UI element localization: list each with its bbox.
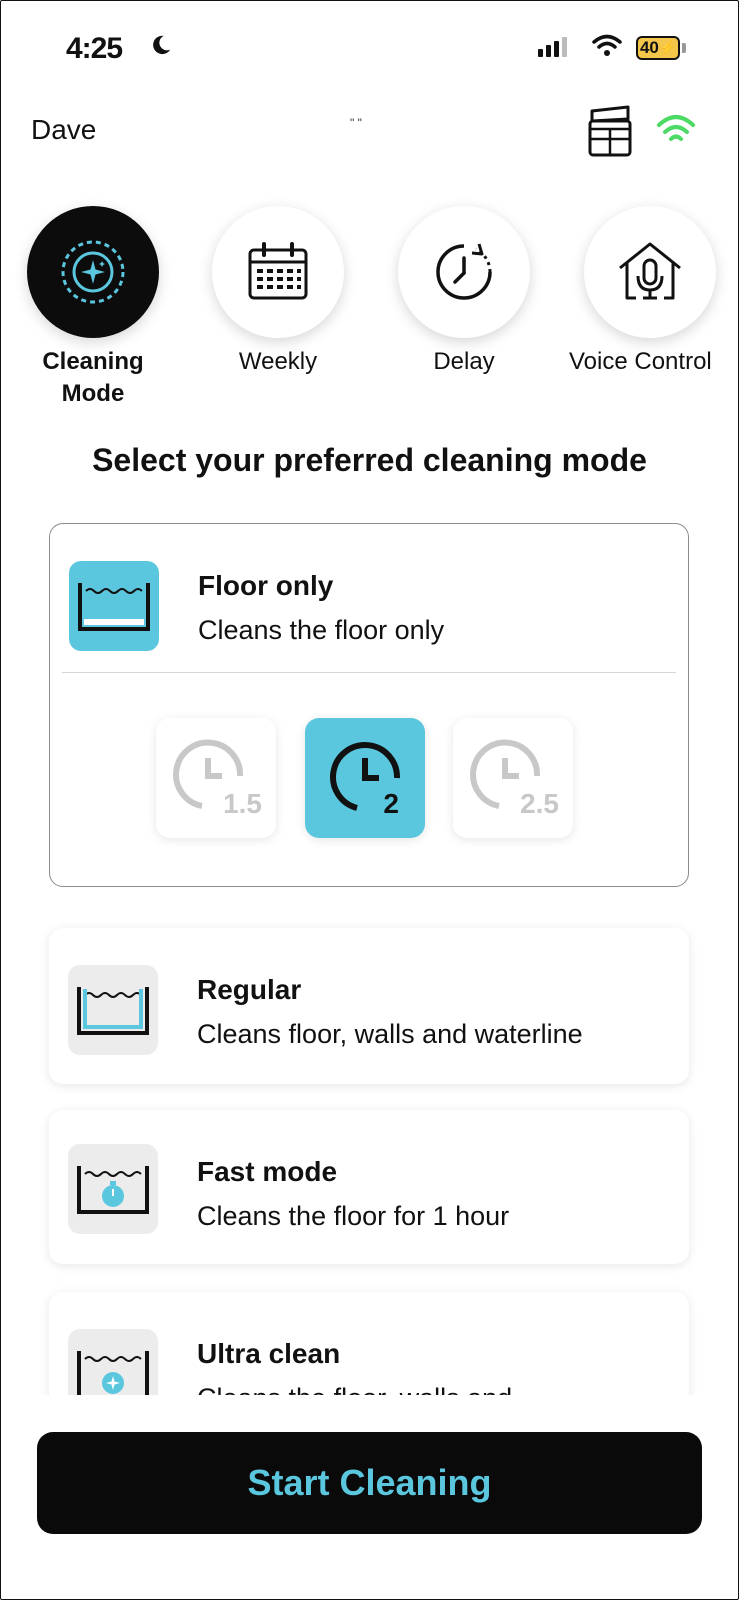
mode-card-ultra-clean[interactable]: Ultra clean Cleans the floor, walls and (49, 1292, 689, 1395)
calendar-icon (248, 242, 308, 300)
wifi-connected-icon (657, 115, 695, 141)
moon-icon (153, 35, 171, 55)
wifi-status-icon (592, 34, 622, 56)
header-center-text: " " (350, 116, 362, 130)
delay-clock-icon (436, 243, 492, 300)
mode-icon-box (68, 1144, 158, 1234)
tab-label: Voice Control (569, 348, 712, 375)
pool-ultra-icon (77, 1351, 149, 1395)
mode-icon-box (68, 965, 158, 1055)
clock-icon (330, 742, 401, 811)
pool-regular-icon (77, 987, 149, 1035)
mode-description: Cleans floor, walls and waterline (197, 1019, 583, 1049)
tab-weekly-circle[interactable] (212, 206, 344, 338)
mode-icon-box (68, 1329, 158, 1395)
duration-option-2-5[interactable]: 2.5 (453, 718, 573, 838)
clock-icon (470, 739, 541, 809)
duration-option-2[interactable]: 2 (305, 718, 425, 838)
tab-cleaning-mode[interactable]: Cleaning Mode (27, 206, 159, 410)
robot-device-icon[interactable] (586, 105, 634, 159)
card-divider (62, 672, 676, 673)
tab-voice-control-circle[interactable] (584, 206, 716, 338)
mode-card-regular[interactable]: Regular Cleans floor, walls and waterlin… (49, 928, 689, 1084)
tab-weekly[interactable]: Weekly (212, 206, 344, 378)
pool-floor-icon (78, 583, 150, 631)
tab-label: Cleaning Mode (42, 348, 144, 407)
battery-tip (682, 43, 686, 53)
tab-delay[interactable]: Delay (398, 206, 530, 378)
mode-title: Regular (197, 974, 302, 1005)
duration-label: 2 (383, 788, 399, 819)
battery-indicator: 40 ⚡ (636, 36, 680, 60)
mode-title: Fast mode (197, 1156, 338, 1187)
mode-title: Floor only (198, 570, 334, 601)
cleaning-mode-icon (61, 240, 125, 304)
section-title: Select your preferred cleaning mode (92, 442, 647, 478)
battery-level: 40 (639, 38, 659, 57)
tab-label: Delay (433, 348, 495, 375)
duration-option-1-5[interactable]: 1.5 (156, 718, 276, 838)
mode-card-floor-only[interactable]: Floor only Cleans the floor only 1.5 2 2… (49, 523, 689, 887)
tab-label: Weekly (238, 348, 318, 375)
tab-cleaning-mode-circle[interactable] (27, 206, 159, 338)
mode-title: Ultra clean (197, 1338, 341, 1369)
mode-card-fast[interactable]: Fast mode Cleans the floor for 1 hour (49, 1110, 689, 1264)
duration-label: 2.5 (520, 788, 559, 819)
cellular-signal-icon (538, 37, 567, 57)
mode-description: Cleans the floor only (198, 615, 445, 645)
mode-icon-box (69, 561, 159, 651)
pool-fast-icon (77, 1166, 149, 1214)
clock-icon (173, 739, 244, 809)
mode-description: Cleans the floor, walls and (197, 1383, 512, 1395)
duration-label: 1.5 (223, 788, 262, 819)
start-cleaning-button[interactable]: Start Cleaning (37, 1432, 702, 1534)
tab-delay-circle[interactable] (398, 206, 530, 338)
tab-voice-control[interactable]: Voice Control (569, 206, 716, 378)
voice-home-icon (619, 242, 681, 300)
user-name[interactable]: Dave (31, 114, 96, 146)
cleaning-mode-list[interactable]: Floor only Cleans the floor only 1.5 2 2… (0, 520, 739, 1395)
status-time: 4:25 (66, 32, 123, 65)
mode-description: Cleans the floor for 1 hour (197, 1201, 510, 1231)
